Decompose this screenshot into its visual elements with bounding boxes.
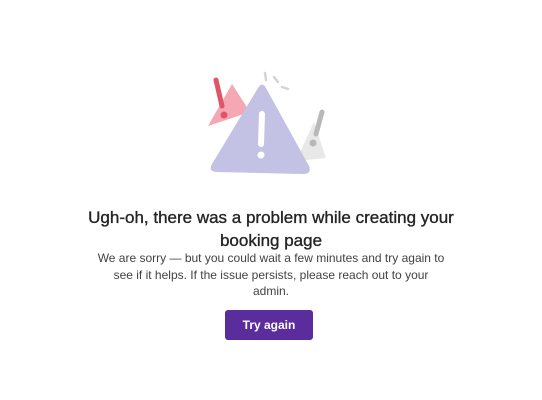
red-exclamation-bar bbox=[213, 77, 225, 109]
warning-triangles-icon bbox=[208, 71, 326, 174]
gray-exclamation-bar bbox=[313, 109, 325, 137]
white-exclamation-dot bbox=[257, 151, 265, 159]
white-exclamation-bar bbox=[258, 111, 265, 147]
try-again-button[interactable]: Try again bbox=[225, 310, 313, 340]
sparkle-ray-2 bbox=[272, 75, 280, 84]
error-page: Ugh-oh, there was a problem while creati… bbox=[0, 0, 542, 400]
sparkle-ray-1 bbox=[263, 71, 268, 82]
error-message: We are sorry — but you could wait a few … bbox=[97, 251, 445, 298]
sparkle-ray-3 bbox=[280, 85, 290, 91]
error-title: Ugh-oh, there was a problem while creati… bbox=[88, 208, 454, 250]
gray-exclamation-dot bbox=[309, 139, 317, 147]
red-exclamation-dot bbox=[220, 111, 228, 119]
